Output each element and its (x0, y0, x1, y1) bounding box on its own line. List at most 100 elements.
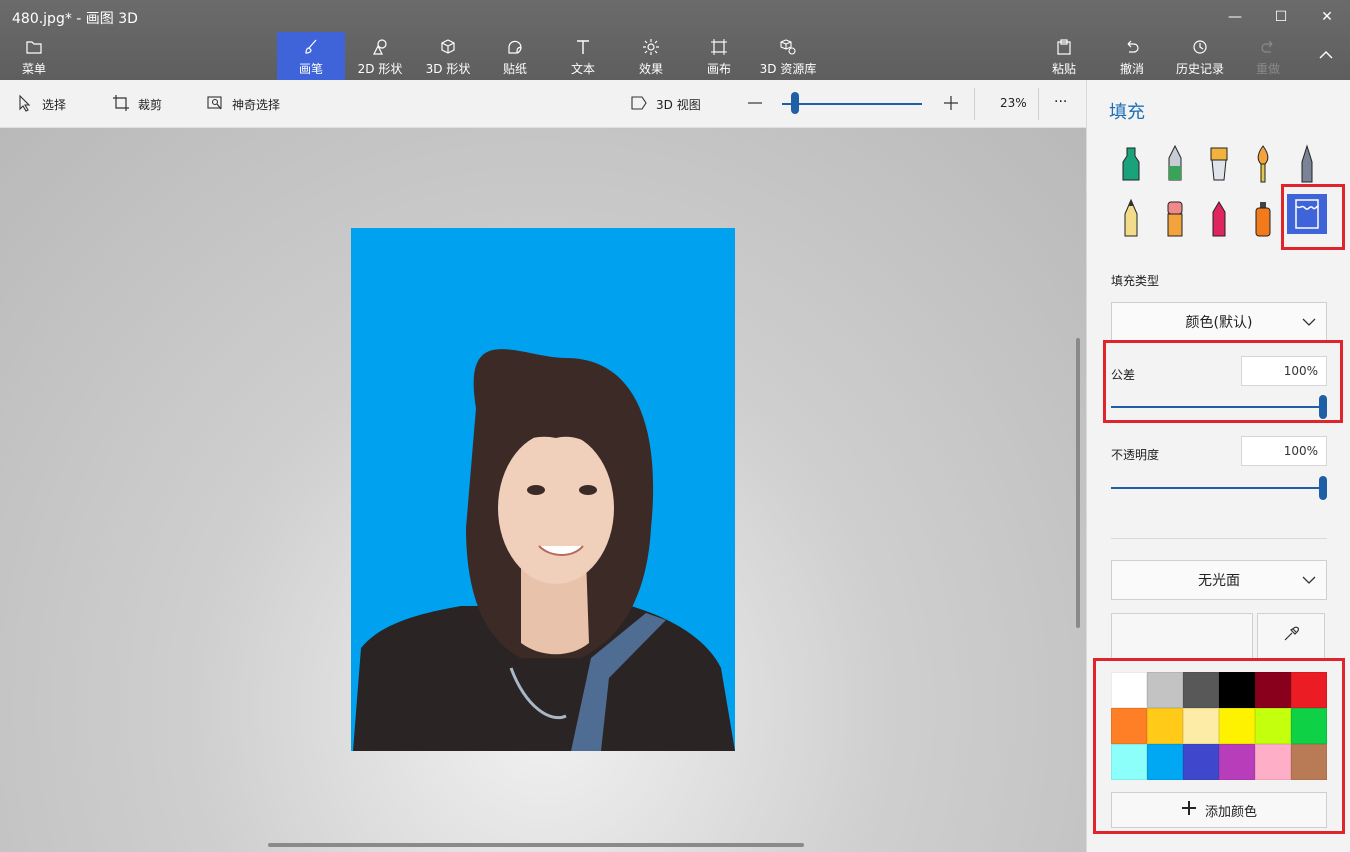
color-swatch[interactable] (1111, 708, 1147, 744)
opacity-input[interactable]: 100% (1241, 436, 1327, 466)
crop-tool[interactable]: 裁剪 (112, 94, 162, 115)
eyedropper-icon (1282, 625, 1300, 647)
redo-icon (1259, 38, 1277, 56)
finish-value: 无光面 (1198, 573, 1240, 589)
color-swatch[interactable] (1111, 672, 1147, 708)
color-swatch[interactable] (1291, 672, 1327, 708)
color-palette (1111, 672, 1327, 780)
color-swatch[interactable] (1111, 744, 1147, 780)
magic-select-icon (206, 94, 224, 115)
finish-dropdown[interactable]: 无光面 (1111, 560, 1327, 600)
color-swatch[interactable] (1291, 708, 1327, 744)
zoom-in-button[interactable] (942, 94, 960, 115)
color-swatch[interactable] (1255, 708, 1291, 744)
current-color-swatch[interactable] (1111, 613, 1253, 659)
3d-view-toggle[interactable]: 3D 视图 (630, 94, 701, 115)
3d-view-label: 3D 视图 (656, 98, 701, 112)
opacity-slider-thumb[interactable] (1319, 476, 1327, 500)
close-button[interactable]: ✕ (1304, 2, 1350, 32)
3d-view-icon (630, 94, 648, 115)
spray-can-icon[interactable] (1243, 196, 1283, 240)
tolerance-slider-thumb[interactable] (1319, 395, 1327, 419)
tab-label: 文本 (570, 62, 595, 76)
pencil-icon[interactable] (1111, 196, 1151, 240)
paste-label: 粘贴 (1051, 62, 1076, 76)
color-swatch[interactable] (1219, 672, 1255, 708)
tab-label: 2D 形状 (357, 62, 403, 76)
cursor-icon (16, 94, 34, 115)
3d-library-icon (779, 38, 797, 56)
fill-type-dropdown[interactable]: 颜色(默认) (1111, 302, 1327, 342)
chevron-up-icon (1317, 46, 1335, 64)
maximize-button[interactable]: ☐ (1258, 2, 1304, 32)
tab-canvas[interactable]: 画布 (694, 32, 744, 80)
magic-select-label: 神奇选择 (232, 98, 281, 112)
history-button[interactable]: 历史记录 (1170, 32, 1230, 80)
color-swatch[interactable] (1255, 744, 1291, 780)
opacity-label: 不透明度 (1111, 448, 1160, 462)
undo-button[interactable]: 撤消 (1108, 32, 1156, 80)
oil-brush-icon[interactable] (1199, 142, 1239, 186)
watercolor-icon[interactable] (1243, 142, 1283, 186)
color-swatch[interactable] (1183, 708, 1219, 744)
magic-select-tool[interactable]: 神奇选择 (206, 94, 280, 115)
color-swatch[interactable] (1147, 672, 1183, 708)
zoom-slider-track[interactable] (782, 103, 922, 105)
marker-icon[interactable] (1111, 142, 1151, 186)
fill-panel: 填充 填充类型 颜色(默认) 公差 100% 不透明度 100% 无光面 添加颜… (1086, 80, 1350, 852)
chevron-down-icon (1302, 315, 1316, 329)
horizontal-scrollbar[interactable] (268, 843, 804, 847)
color-swatch[interactable] (1147, 744, 1183, 780)
2d-shapes-icon (371, 38, 389, 56)
portrait-image (353, 349, 735, 751)
redo-button[interactable]: 重做 (1244, 32, 1292, 80)
more-options-button[interactable]: ··· (1054, 94, 1067, 110)
tab-brushes[interactable]: 画笔 (277, 32, 345, 80)
minimize-button[interactable]: — (1212, 2, 1258, 32)
color-swatch[interactable] (1219, 708, 1255, 744)
color-swatch[interactable] (1147, 708, 1183, 744)
opacity-slider-track[interactable] (1111, 487, 1325, 489)
eyedropper-button[interactable] (1257, 613, 1325, 659)
color-swatch[interactable] (1183, 672, 1219, 708)
portrait-photo[interactable] (351, 228, 735, 751)
select-tool[interactable]: 选择 (16, 94, 66, 115)
tab-2d-shapes[interactable]: 2D 形状 (350, 32, 410, 80)
panel-divider (1111, 538, 1327, 539)
canvas-icon (710, 38, 728, 56)
crop-label: 裁剪 (138, 98, 163, 112)
tab-text[interactable]: 文本 (558, 32, 608, 80)
redo-label: 重做 (1255, 62, 1280, 76)
color-swatch[interactable] (1291, 744, 1327, 780)
add-color-button[interactable]: 添加颜色 (1111, 792, 1327, 828)
tab-label: 效果 (638, 62, 663, 76)
tab-label: 贴纸 (502, 62, 527, 76)
tab-stickers[interactable]: 贴纸 (490, 32, 540, 80)
tab-effects[interactable]: 效果 (626, 32, 676, 80)
calligraphy-pen-icon[interactable] (1155, 142, 1195, 186)
menu-button[interactable]: 菜单 (10, 32, 58, 80)
zoom-value[interactable]: 23% (1000, 96, 1027, 110)
zoom-slider-thumb[interactable] (791, 92, 799, 114)
color-swatch[interactable] (1219, 744, 1255, 780)
zoom-out-button[interactable] (746, 94, 764, 115)
color-swatch[interactable] (1255, 672, 1291, 708)
tab-3d-shapes[interactable]: 3D 形状 (418, 32, 478, 80)
brush-icon (302, 38, 320, 56)
plus-icon (1181, 800, 1197, 820)
canvas-area[interactable] (0, 128, 1086, 852)
minus-icon (746, 94, 764, 115)
collapse-ribbon-button[interactable] (1306, 32, 1346, 80)
tab-label: 画布 (706, 62, 731, 76)
eraser-icon[interactable] (1155, 196, 1195, 240)
window-title: 480.jpg* - 画图 3D (12, 11, 138, 27)
vertical-scrollbar[interactable] (1076, 338, 1080, 628)
color-swatch[interactable] (1183, 744, 1219, 780)
pixel-pen-icon[interactable] (1287, 142, 1327, 186)
tolerance-slider-track[interactable] (1111, 406, 1325, 408)
crayon-icon[interactable] (1199, 196, 1239, 240)
paste-button[interactable]: 粘贴 (1040, 32, 1088, 80)
tab-3d-library[interactable]: 3D 资源库 (756, 32, 820, 80)
plus-icon (942, 94, 960, 115)
tolerance-input[interactable]: 100% (1241, 356, 1327, 386)
